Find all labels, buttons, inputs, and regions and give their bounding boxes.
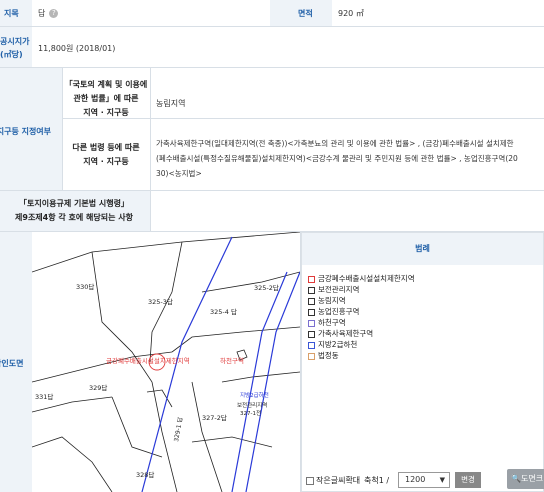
legend-swatch	[308, 275, 315, 283]
divider	[150, 191, 151, 231]
legend-swatch	[308, 341, 315, 349]
legend-swatch	[308, 297, 315, 305]
parcel-label: 325-4 답	[210, 308, 237, 316]
label-price-2: (㎡당)	[0, 50, 23, 59]
legend-item: 금강폐수배출시설설치제한지역	[308, 273, 415, 284]
help-icon[interactable]: ?	[49, 9, 59, 18]
label-area: 면적	[298, 9, 313, 18]
area-value: 920 ㎡	[338, 9, 364, 18]
legend-item: 지방2급하천	[308, 339, 357, 350]
label-jimok-text: 지목	[4, 9, 19, 18]
zoom-text-label: 작은글씨확대	[316, 476, 361, 485]
zoning-sub2-value-line2: (폐수배출시설(특정수질유해물질)설치제한지역)<금강수계 물관리 및 주민지원…	[156, 154, 518, 163]
label-price-cell	[0, 27, 32, 67]
map-black-label: 327-1전	[240, 409, 261, 417]
zoning-sub1-value: 농림지역	[156, 99, 186, 108]
zoning-sub2-line1: 다른 법령 등에 따른	[72, 143, 140, 152]
map-label: 확인도면	[0, 359, 24, 368]
view-map-label: 도면크	[520, 474, 544, 483]
legend-item: 농업진흥구역	[308, 306, 359, 317]
legend-title: 범례	[302, 233, 543, 265]
jimok-value: 답?	[38, 8, 59, 19]
map-canvas[interactable]: 330답 325-3답 325-2답 325-4 답 329답 331답 327…	[32, 232, 300, 492]
magnifier-icon: 🔍	[511, 474, 521, 483]
parcel-label: 328답	[136, 471, 154, 479]
legend-swatch	[308, 352, 315, 360]
legend-item: 가축사육제한구역	[308, 328, 373, 339]
enforcement-label: 「토지이용규제 기본법 시행령」 제9조제4항 각 호에 해당되는 사항	[0, 197, 148, 225]
legend-label: 농업진흥구역	[318, 307, 360, 316]
jimok-text: 답	[38, 9, 46, 18]
parcel-label: 325-3답	[148, 298, 173, 306]
zoning-sub2-label: 다른 법령 등에 따른 지역 · 지구등	[62, 141, 150, 169]
zoning-sub1-line2: 관한 법률」에 따른	[73, 94, 139, 103]
price-value: 11,800원 (2018/01)	[38, 44, 116, 53]
scale-label: 축척1 /	[364, 476, 390, 485]
scale-value: 1200	[405, 475, 426, 484]
zoom-text-checkbox[interactable]: 작은글씨확대	[306, 475, 360, 486]
legend-swatch	[308, 330, 315, 338]
divider	[62, 118, 544, 119]
legend-swatch	[308, 286, 315, 294]
divider	[0, 26, 544, 27]
enforcement-line1: 「토지이용규제 기본법 시행령」	[19, 199, 129, 208]
parcel-label: 325-2답	[254, 284, 279, 292]
legend-label: 금강폐수배출시설설치제한지역	[318, 274, 415, 283]
parcel-label: 329답	[89, 384, 107, 392]
legend-label: 지방2급하천	[318, 340, 358, 349]
legend-label: 하천구역	[318, 318, 346, 327]
map-blue-label: 지방2급하천	[240, 391, 269, 399]
map-black-label: 보전관리지역	[237, 401, 267, 409]
legend-label: 법정동	[318, 351, 339, 360]
chevron-down-icon: ▼	[439, 476, 445, 484]
label-price-1: 공시지가	[0, 37, 30, 46]
legend-swatch	[308, 319, 315, 327]
enforcement-line2: 제9조제4항 각 호에 해당되는 사항	[15, 213, 133, 222]
checkbox-box[interactable]	[306, 476, 314, 485]
legend-label: 보전관리지역	[318, 285, 360, 294]
zoning-sub2-value: 가축사육제한구역(일대제한지역(전 축종))<가축분뇨의 관리 및 이용에 관한…	[156, 136, 518, 181]
map-red-label: 금강폐수배출시설설치제한지역	[106, 356, 190, 365]
divider	[0, 67, 544, 68]
zoning-sub2-value-line3: 30)<농지법>	[156, 169, 202, 178]
change-scale-button[interactable]: 변경	[455, 472, 481, 488]
zoning-sub1-line1: 「국토의 계획 및 이용에	[64, 80, 148, 89]
legend-swatch	[308, 308, 315, 316]
parcel-label: 327-2답	[202, 414, 227, 422]
divider	[150, 68, 151, 190]
scale-select[interactable]: 1200 ▼	[398, 472, 450, 488]
label-zoning: 지역지구등 지정여부	[0, 127, 52, 136]
legend-item: 법정동	[308, 350, 339, 361]
legend-item: 농림지역	[308, 295, 346, 306]
parcel-label: 331답	[35, 393, 53, 401]
zoning-sub2-line2: 지역 · 지구등	[83, 157, 129, 166]
legend-label: 농림지역	[318, 296, 346, 305]
legend-label: 가축사육제한구역	[318, 329, 374, 338]
view-map-button[interactable]: 🔍도면크	[507, 469, 544, 489]
map-red-label: 하천구역	[220, 356, 244, 365]
legend-panel: 범례 금강폐수배출시설설치제한지역 보전관리지역 농림지역 농업진흥구역 하천구…	[301, 232, 544, 492]
legend-item: 하천구역	[308, 317, 346, 328]
zoning-sub1-label: 「국토의 계획 및 이용에 관한 법률」에 따른 지역 · 지구등	[62, 78, 150, 120]
legend-item: 보전관리지역	[308, 284, 359, 295]
zoning-sub2-value-line1: 가축사육제한구역(일대제한지역(전 축종))<가축분뇨의 관리 및 이용에 관한…	[156, 139, 514, 148]
parcel-label: 330답	[76, 283, 94, 291]
